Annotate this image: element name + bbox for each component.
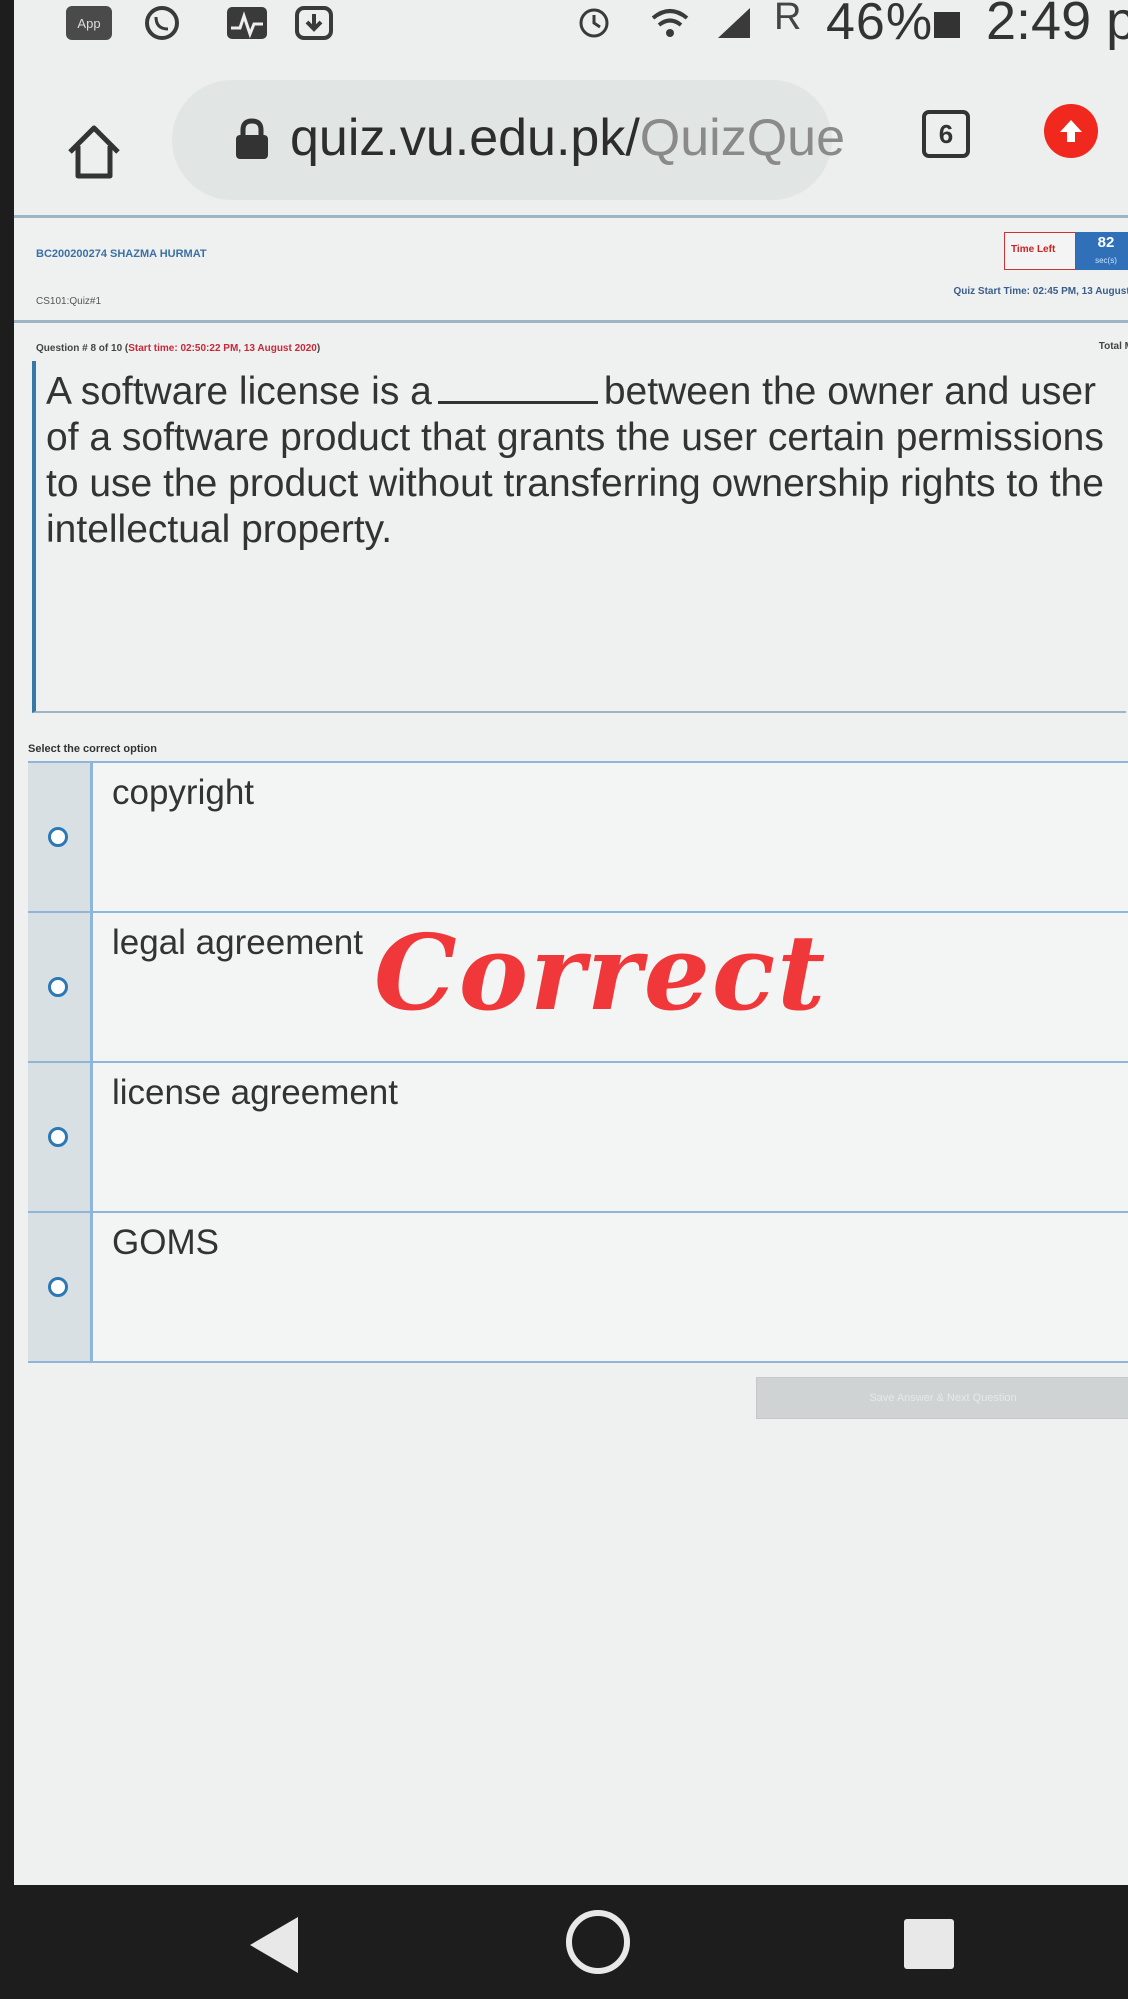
phone-screen: App R 46% 2:49 pm quiz. [14,0,1128,1885]
correct-annotation: Correct [374,911,828,1034]
url-path: QuizQue [639,109,845,167]
radio-cell [28,913,93,1061]
option-row[interactable]: GOMS [28,1211,1128,1363]
option-label[interactable]: GOMS [112,1223,219,1263]
select-option-label: Select the correct option [28,743,157,755]
signal-icon [714,6,754,40]
back-icon[interactable] [248,1915,300,1975]
question-text-start: A software license is a [46,370,432,413]
alarm-icon [574,6,614,40]
battery-icon [934,12,960,38]
option-radio[interactable] [48,827,68,847]
carrier-mark: R [774,0,802,38]
clock: 2:49 pm [986,0,1128,51]
question-text: A software license is a between the owner… [46,369,1106,553]
url-host: quiz.vu.edu.pk/ [290,109,640,167]
activity-icon [226,6,268,40]
radio-cell [28,1063,93,1211]
app-label: App [77,15,101,31]
time-left-label: Time Left [1011,244,1056,255]
app-icon: App [66,6,112,40]
tab-switcher-button[interactable]: 6 [922,110,970,158]
question-header-close: ) [316,343,321,354]
total-marks: Total Mark [1098,341,1128,352]
answer-blank [437,381,598,404]
nav-home-icon[interactable] [566,1910,630,1974]
option-radio[interactable] [48,1127,68,1147]
recent-apps-icon[interactable] [904,1919,954,1969]
quiz-start-time: Quiz Start Time: 02:45 PM, 13 August 2 [953,286,1128,297]
time-left-unit: sec(s) [1095,256,1117,265]
question-start-time: Start time: 02:50:22 PM, 13 August 2020 [128,343,317,354]
option-row[interactable]: copyright [28,761,1128,913]
status-bar: App R 46% 2:49 pm [14,0,1128,51]
option-label[interactable]: legal agreement [112,923,363,963]
download-icon [294,6,334,40]
question-box: A software license is a between the owner… [32,361,1126,713]
address-bar[interactable]: quiz.vu.edu.pk/QuizQue [172,80,845,200]
quiz-page: BC200200274 SHAZMA HURMAT CS101:Quiz#1 T… [14,215,1128,1885]
option-radio[interactable] [48,977,68,997]
url-text: quiz.vu.edu.pk/QuizQue [290,108,845,168]
course-title: CS101:Quiz#1 [36,296,102,307]
question-header: Question # 8 of 10 (Start time: 02:50:22… [36,343,320,354]
option-radio[interactable] [48,1277,68,1297]
radio-cell [28,1213,93,1361]
wifi-icon [650,6,690,40]
option-row[interactable]: license agreement [28,1061,1128,1213]
quiz-start-label: Quiz Start Time: [953,286,1030,297]
android-nav-bar [0,1885,1128,1999]
option-label[interactable]: copyright [112,773,254,813]
battery-percentage: 46% [826,0,934,51]
upload-icon[interactable] [1044,104,1098,158]
radio-cell [28,763,93,911]
lock-icon [234,118,270,160]
browser-toolbar: quiz.vu.edu.pk/QuizQue 6 [14,60,1128,210]
whatsapp-icon [142,6,182,40]
quiz-info-strip: BC200200274 SHAZMA HURMAT CS101:Quiz#1 T… [14,215,1128,323]
option-label[interactable]: license agreement [112,1073,398,1113]
save-next-button[interactable]: Save Answer & Next Question [756,1377,1128,1419]
question-number: Question # 8 of 10 ( [36,343,129,354]
time-left-label-box: Time Left [1004,232,1076,270]
quiz-start-value: 02:45 PM, 13 August 2 [1032,286,1128,297]
home-icon[interactable] [64,122,124,182]
student-id: BC200200274 SHAZMA HURMAT [36,248,207,260]
